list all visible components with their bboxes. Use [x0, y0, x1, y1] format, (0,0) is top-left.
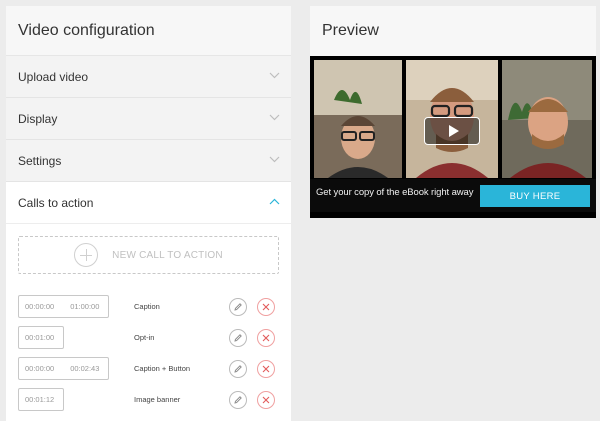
plus-circle-icon — [74, 243, 99, 267]
video-player[interactable]: Get your copy of the eBook right away BU… — [310, 56, 596, 218]
time-field[interactable]: 00:01:00 — [18, 326, 64, 349]
end-time: 00:02:43 — [70, 364, 100, 373]
accordion-label: Settings — [18, 153, 62, 168]
close-icon — [262, 334, 270, 341]
cta-item: 00:01:12 Image banner — [18, 384, 279, 415]
accordion-display[interactable]: Display — [6, 98, 291, 140]
edit-button[interactable] — [229, 328, 247, 347]
start-time: 00:00:00 — [25, 302, 55, 311]
time-range-field[interactable]: 00:00:00 01:00:00 — [18, 295, 109, 318]
start-time: 00:00:00 — [25, 364, 55, 373]
cta-list: 00:00:00 01:00:00 Caption 00:01:00 Opt-i… — [18, 291, 279, 415]
cta-type-label: Caption + Button — [134, 364, 191, 373]
start-time: 00:01:12 — [25, 395, 55, 404]
close-icon — [262, 365, 270, 372]
cta-type-label: Image banner — [134, 395, 181, 404]
accordion-calls-to-action[interactable]: Calls to action — [6, 182, 291, 224]
play-button[interactable] — [424, 117, 480, 145]
pencil-icon — [234, 302, 242, 311]
cta-overlay-bar: Get your copy of the eBook right away BU… — [310, 179, 596, 212]
delete-button[interactable] — [257, 328, 275, 347]
play-icon — [448, 125, 459, 137]
preview-title: Preview — [310, 6, 596, 56]
time-field[interactable]: 00:01:12 — [18, 388, 64, 411]
pencil-icon — [234, 395, 242, 404]
pencil-icon — [234, 333, 242, 342]
time-range-field[interactable]: 00:00:00 00:02:43 — [18, 357, 109, 380]
edit-button[interactable] — [229, 297, 247, 316]
delete-button[interactable] — [257, 359, 275, 378]
buy-here-button[interactable]: BUY HERE — [480, 185, 590, 207]
new-call-to-action-button[interactable]: NEW CALL TO ACTION — [18, 236, 279, 274]
video-configuration-panel: Video configuration Upload video Display… — [6, 6, 291, 421]
chevron-down-icon — [269, 114, 280, 124]
start-time: 00:01:00 — [25, 333, 55, 342]
chevron-down-icon — [269, 156, 280, 166]
accordion-label: Calls to action — [18, 195, 94, 210]
chevron-down-icon — [269, 72, 280, 82]
close-icon — [262, 303, 270, 310]
accordion-label: Display — [18, 111, 58, 126]
new-cta-label: NEW CALL TO ACTION — [112, 249, 223, 261]
cta-item: 00:00:00 01:00:00 Caption — [18, 291, 279, 322]
delete-button[interactable] — [257, 390, 275, 409]
edit-button[interactable] — [229, 359, 247, 378]
video-tile-1 — [314, 60, 402, 178]
cta-type-label: Opt-in — [134, 333, 155, 342]
close-icon — [262, 396, 270, 403]
pencil-icon — [234, 364, 242, 373]
cta-item: 00:01:00 Opt-in — [18, 322, 279, 353]
cta-item: 00:00:00 00:02:43 Caption + Button — [18, 353, 279, 384]
cta-caption-text: Get your copy of the eBook right away — [316, 187, 474, 198]
preview-panel: Preview Get your copy of the eBook right… — [310, 6, 596, 218]
end-time: 01:00:00 — [70, 302, 100, 311]
calls-to-action-body: NEW CALL TO ACTION 00:00:00 01:00:00 Cap… — [6, 224, 291, 421]
delete-button[interactable] — [257, 297, 275, 316]
accordion-settings[interactable]: Settings — [6, 140, 291, 182]
edit-button[interactable] — [229, 390, 247, 409]
chevron-up-icon — [269, 198, 280, 208]
accordion-label: Upload video — [18, 69, 89, 84]
accordion-upload-video[interactable]: Upload video — [6, 56, 291, 98]
panel-title: Video configuration — [6, 6, 291, 56]
video-tile-3 — [502, 60, 592, 178]
cta-type-label: Caption — [134, 302, 160, 311]
